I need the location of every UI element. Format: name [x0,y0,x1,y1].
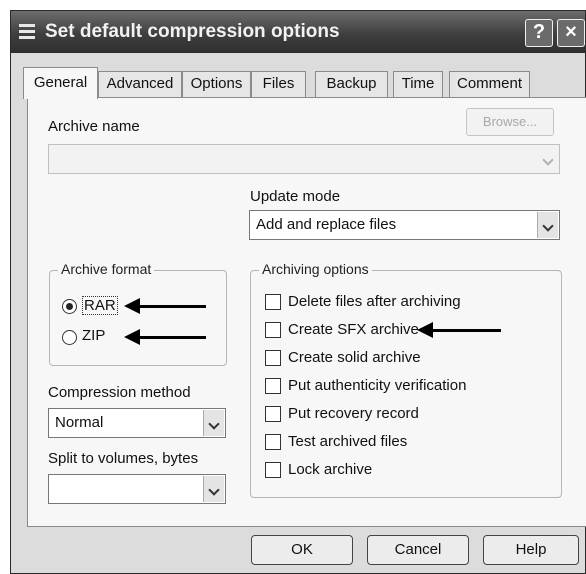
tab-options[interactable]: Options [182,71,251,97]
authenticity-checkbox[interactable] [265,378,281,394]
archive-format-group: Archive format RAR ZIP [49,261,227,366]
zip-radio[interactable] [62,330,77,345]
tab-advanced[interactable]: Advanced [98,71,182,97]
split-volumes-label: Split to volumes, bytes [48,450,199,467]
chevron-down-icon[interactable] [203,476,224,502]
compression-method-select[interactable]: Normal [48,408,226,438]
close-icon[interactable]: × [557,19,585,47]
split-volumes-select[interactable] [48,474,226,504]
rar-label: RAR [82,296,118,315]
annotation-arrow [417,322,501,338]
archiving-options-group: Archiving options Delete files after arc… [250,261,562,498]
update-mode-value: Add and replace files [256,216,397,233]
test-files-checkbox[interactable] [265,434,281,450]
general-panel: Archive name Browse... Update mode Add a… [27,97,586,527]
title-bar: Set default compression options ? × [11,11,585,53]
recovery-record-label: Put recovery record [288,405,419,422]
app-icon [19,24,37,40]
browse-button[interactable]: Browse... [466,108,554,136]
tab-files[interactable]: Files [251,71,306,97]
ok-button[interactable]: OK [251,535,353,565]
lock-archive-checkbox[interactable] [265,462,281,478]
compression-method-label: Compression method [48,384,191,401]
help-icon[interactable]: ? [525,19,553,47]
archive-name-input[interactable] [48,144,560,174]
update-mode-select[interactable]: Add and replace files [249,210,560,240]
test-files-label: Test archived files [288,433,408,450]
delete-files-checkbox[interactable] [265,294,281,310]
compression-method-value: Normal [55,414,104,431]
dialog-window: Set default compression options ? × Gene… [10,10,586,574]
chevron-down-icon[interactable] [538,146,558,172]
archive-format-legend: Archive format [58,261,155,277]
rar-radio[interactable] [62,299,77,314]
help-button[interactable]: Help [483,535,579,565]
create-sfx-label: Create SFX archive [288,321,419,338]
zip-label: ZIP [82,327,106,344]
create-solid-label: Create solid archive [288,349,421,366]
authenticity-label: Put authenticity verification [288,377,467,394]
tab-comment[interactable]: Comment [449,71,530,97]
create-solid-checkbox[interactable] [265,350,281,366]
recovery-record-checkbox[interactable] [265,406,281,422]
archive-name-label: Archive name [48,118,140,135]
window-title: Set default compression options [45,21,340,42]
chevron-down-icon[interactable] [203,410,224,436]
cancel-button[interactable]: Cancel [367,535,469,565]
tab-general[interactable]: General [23,67,98,99]
archiving-options-legend: Archiving options [259,261,372,277]
annotation-arrow [124,298,206,314]
annotation-arrow [124,329,206,345]
chevron-down-icon[interactable] [537,212,558,238]
lock-archive-label: Lock archive [288,461,373,478]
tab-time[interactable]: Time [393,71,443,97]
delete-files-label: Delete files after archiving [288,293,461,310]
tab-backup[interactable]: Backup [315,71,388,97]
update-mode-label: Update mode [250,188,341,205]
create-sfx-checkbox[interactable] [265,322,281,338]
